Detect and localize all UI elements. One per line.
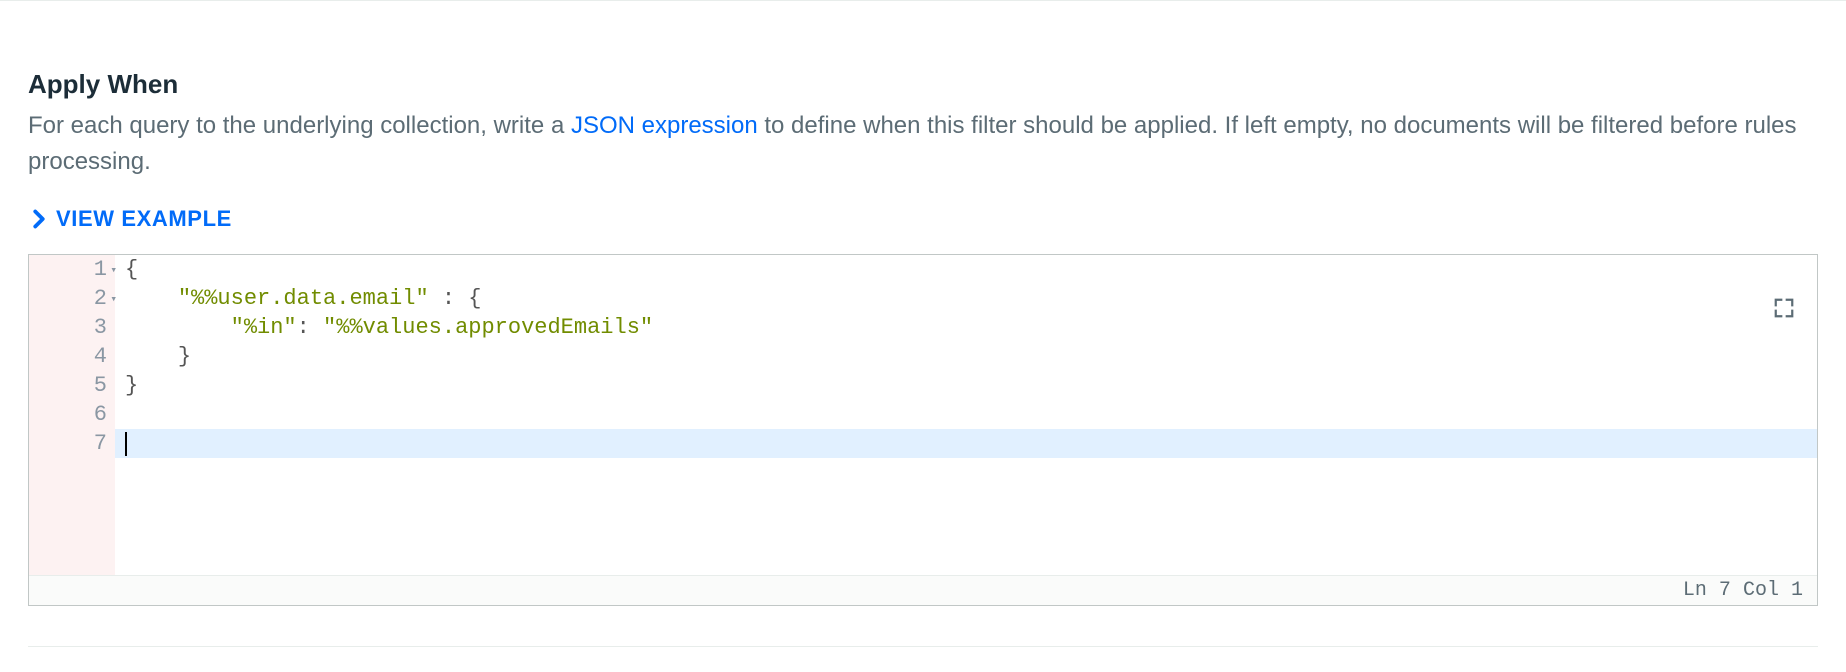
- view-example-label: VIEW EXAMPLE: [56, 206, 232, 232]
- gutter-line: 5: [29, 371, 115, 400]
- code-line[interactable]: "%in": "%%values.approvedEmails": [125, 313, 1817, 342]
- status-ln-value: 7: [1719, 579, 1731, 602]
- gutter-line: 2▾: [29, 284, 115, 313]
- bottom-divider: [28, 646, 1818, 647]
- status-ln-label: Ln: [1683, 579, 1707, 602]
- code-line[interactable]: }: [125, 342, 1817, 371]
- editor-code-area[interactable]: { "%%user.data.email" : { "%in": "%%valu…: [115, 255, 1817, 575]
- section-title: Apply When: [28, 69, 1818, 100]
- code-line[interactable]: {: [125, 255, 1817, 284]
- description-pre: For each query to the underlying collect…: [28, 112, 571, 139]
- gutter-line: 7: [29, 429, 115, 458]
- fullscreen-icon[interactable]: [1773, 297, 1795, 324]
- gutter-line: 3: [29, 313, 115, 342]
- code-line[interactable]: "%%user.data.email" : {: [125, 284, 1817, 313]
- apply-when-section: Apply When For each query to the underly…: [0, 1, 1846, 647]
- view-example-toggle[interactable]: VIEW EXAMPLE: [32, 206, 232, 232]
- status-col-value: 1: [1791, 579, 1803, 602]
- section-description: For each query to the underlying collect…: [28, 108, 1818, 180]
- chevron-right-icon: [32, 209, 46, 229]
- code-line[interactable]: [115, 429, 1817, 458]
- code-editor[interactable]: 1▾2▾34567 { "%%user.data.email" : { "%in…: [28, 254, 1818, 606]
- status-col-label: Col: [1743, 579, 1779, 602]
- editor-body[interactable]: 1▾2▾34567 { "%%user.data.email" : { "%in…: [29, 255, 1817, 575]
- gutter-line: 1▾: [29, 255, 115, 284]
- cursor-caret: [125, 432, 127, 456]
- code-line[interactable]: [125, 400, 1817, 429]
- gutter-line: 6: [29, 400, 115, 429]
- gutter-line: 4: [29, 342, 115, 371]
- editor-gutter: 1▾2▾34567: [29, 255, 115, 575]
- editor-statusbar: Ln 7 Col 1: [29, 575, 1817, 605]
- code-line[interactable]: }: [125, 371, 1817, 400]
- json-expression-link[interactable]: JSON expression: [571, 112, 758, 139]
